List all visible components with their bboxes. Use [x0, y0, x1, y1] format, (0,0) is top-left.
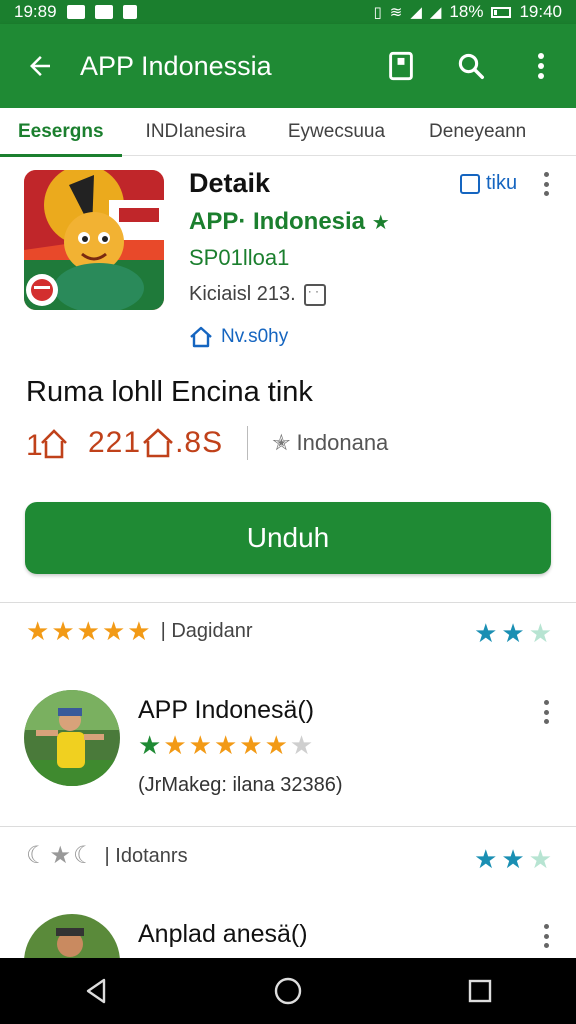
notification-mail-icon	[66, 5, 85, 19]
stats-suffix: .8S	[175, 426, 224, 459]
region-label: Indonana	[296, 430, 389, 455]
bookmark-button[interactable]	[366, 24, 436, 108]
app-icon	[24, 170, 164, 310]
review-meta: (JrMakeg: ilana 32386)	[138, 774, 343, 796]
tab-2[interactable]: Eywecsuua	[270, 108, 403, 156]
bookmark-icon	[389, 51, 413, 81]
review-item: APP Indonesä() ★ ★ ★ ★ ★ ★ ★ (JrMakeg: ilana 3…	[0, 690, 576, 800]
rating-summary: ★ ★ ★ ★ ★ | Dagidanr	[26, 618, 252, 644]
tab-0[interactable]: Eesergns	[0, 108, 122, 157]
region-info: ✭ Indonana	[272, 430, 388, 456]
rating-stars: ★ ★ ★ ★ ★	[26, 616, 151, 646]
wishlist-label: tiku	[486, 172, 518, 194]
content-rating-icon	[303, 283, 326, 306]
region-star-icon: ✭	[272, 430, 291, 455]
notification-shield-icon	[122, 5, 137, 19]
tab-bar: Eesergns INDIanesira Eywecsuua Deneyeann	[0, 108, 576, 157]
status-time-right: 19:40	[519, 2, 562, 21]
more-vert-icon	[538, 924, 554, 948]
tab-1[interactable]: INDIanesira	[128, 108, 264, 156]
system-nav-bar	[0, 958, 576, 1024]
section-divider	[0, 826, 576, 827]
app-name: Detaik	[189, 168, 271, 198]
rating-right-stars[interactable]: ★ ★ ★	[474, 618, 552, 649]
badge-label: Nv.s0hy	[221, 326, 289, 347]
review-author: Anplad anesä()	[138, 920, 308, 948]
rating-summary-label: | Dagidanr	[160, 619, 253, 642]
review-more-button[interactable]	[538, 924, 554, 952]
tab-3[interactable]: Deneyeann	[411, 108, 544, 156]
app-more-button[interactable]	[538, 172, 554, 200]
signal-2-icon: ◢	[429, 4, 442, 21]
nav-home-button[interactable]	[258, 958, 318, 1024]
overflow-menu-button[interactable]	[506, 24, 576, 108]
developer-name[interactable]: APP· Indonesia ★	[189, 208, 390, 236]
stats-house-icon	[143, 428, 173, 458]
back-triangle-icon	[86, 978, 106, 1004]
app-subtitle: SP01lloa1	[189, 245, 290, 270]
vibrate-icon: ▯	[373, 4, 382, 21]
review-author: APP Indonesä()	[138, 696, 315, 724]
svg-text:1: 1	[26, 429, 43, 461]
more-vert-icon	[538, 700, 554, 724]
status-time-left: 19:89	[14, 2, 57, 21]
wishlist-button[interactable]: tiku	[460, 172, 517, 195]
status-bar: 19:89 ▯ ≋ ◢ ◢ 18% 19:40	[0, 0, 576, 24]
back-button[interactable]	[0, 24, 80, 108]
rating-summary: ☾ ★ ☾ | Idotanrs	[26, 844, 188, 868]
download-home-icon: 1	[26, 429, 67, 461]
house-badge-icon	[190, 326, 212, 348]
avatar	[24, 690, 120, 786]
more-vert-icon	[538, 53, 544, 79]
wifi-icon: ≋	[389, 4, 403, 21]
rating-right-stars[interactable]: ★ ★ ★	[474, 844, 552, 875]
nav-back-button[interactable]	[66, 958, 126, 1024]
page-title: APP Indonessia	[80, 50, 272, 81]
battery-text: 18%	[449, 2, 484, 21]
wishlist-checkbox-icon	[460, 173, 480, 194]
rating-stars: ☾ ★ ☾	[26, 842, 95, 869]
recents-square-icon	[468, 979, 492, 1003]
developer-label: APP· Indonesia	[189, 208, 366, 235]
back-arrow-icon	[30, 56, 50, 76]
app-bar: APP Indonessia	[0, 24, 576, 108]
search-icon	[458, 53, 484, 79]
section-divider	[0, 602, 576, 603]
editors-badge[interactable]: Nv.s0hy	[189, 326, 288, 348]
verified-star-icon: ★	[371, 212, 390, 234]
signal-icon: ◢	[410, 4, 422, 21]
home-circle-icon	[274, 977, 302, 1005]
app-info-label: Kiciaisl 213.	[189, 283, 296, 305]
stats-separator	[247, 426, 249, 460]
review-more-button[interactable]	[538, 700, 554, 728]
app-info: Kiciaisl 213.	[189, 283, 326, 306]
stats-number: 221	[88, 426, 142, 459]
search-button[interactable]	[436, 24, 506, 108]
app-tagline: Ruma lohll Encina tink	[26, 376, 313, 408]
battery-icon	[491, 6, 512, 18]
app-stats: 1 221 .8S ✭ Indonana	[26, 425, 388, 461]
nav-recents-button[interactable]	[450, 958, 510, 1024]
install-button[interactable]: Unduh	[25, 502, 551, 574]
rating-summary-label: | Idotanrs	[104, 844, 188, 867]
more-vert-icon	[538, 172, 554, 196]
review-stars: ★ ★ ★ ★ ★ ★ ★	[138, 730, 314, 760]
notification-app-icon	[94, 5, 113, 19]
